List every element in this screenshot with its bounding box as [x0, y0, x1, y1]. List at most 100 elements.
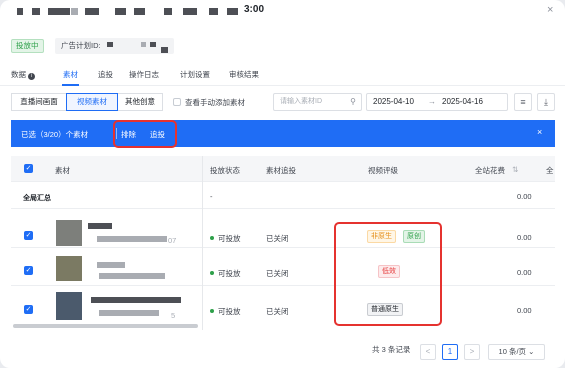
tab-material[interactable]: 素材	[63, 69, 78, 80]
material-search-input[interactable]: 请输入素材ID ⚲	[273, 93, 362, 111]
video-thumbnail[interactable]	[56, 292, 82, 320]
row-checkbox[interactable]: ✓	[24, 266, 33, 275]
date-start[interactable]: 2025-04-10	[373, 94, 414, 110]
row-status: 可投放	[210, 306, 241, 317]
close-icon[interactable]: ×	[547, 4, 553, 16]
date-arrow-icon: →	[428, 97, 436, 106]
tab-data-label: 数据	[11, 70, 26, 79]
row-status-text: 可投放	[218, 269, 241, 278]
summary-spend: 0.00	[517, 192, 532, 201]
row-checkbox[interactable]: ✓	[24, 305, 33, 314]
chevron-down-icon: ⌄	[528, 347, 535, 356]
redacted-block	[32, 8, 40, 15]
material-id-suffix: 07	[168, 236, 177, 245]
date-range-picker[interactable]: 2025-04-10 → 2025-04-16	[366, 93, 508, 111]
video-thumbnail[interactable]	[56, 256, 82, 281]
total-records: 共 3 条记录	[372, 345, 411, 354]
header-material: 素材	[55, 166, 70, 175]
tab-data[interactable]: 数据 i	[11, 69, 35, 80]
tab-boost[interactable]: 追投	[98, 69, 113, 80]
header-spend[interactable]: 全站花费	[475, 165, 505, 176]
table-row[interactable]: ✓ 可投放 已关闭 低效 0.00	[11, 248, 555, 286]
table-row[interactable]: ✓ 07 可投放 已关闭 非原生 原创 0.00	[11, 209, 555, 248]
next-page-button[interactable]: >	[464, 344, 480, 360]
redacted-block	[183, 8, 197, 15]
redacted-block	[164, 8, 172, 15]
highlight-box-actions	[113, 120, 177, 148]
checkbox-icon[interactable]	[173, 98, 181, 106]
batch-action-bar: 已选（3/20）个素材 排除 追投 ×	[11, 120, 555, 147]
redacted-block	[99, 273, 165, 279]
tab-operation-log[interactable]: 操作日志	[129, 69, 159, 80]
table-row[interactable]: ✓ 5 可投放 已关闭 普通原生 0.00	[11, 286, 555, 326]
row-status: 可投放	[210, 268, 241, 279]
page-size-select[interactable]: 10 条/页 ⌄	[488, 344, 545, 360]
plan-id-field: 广告计划ID:	[55, 38, 174, 54]
detail-tabs: 数据 i 素材 追投 操作日志 计划设置 审核结果	[0, 66, 565, 86]
redacted-block	[141, 42, 146, 47]
header-next: 全	[546, 166, 554, 175]
header-boost: 素材追投	[266, 166, 296, 175]
selected-count: 已选（3/20）个素材	[21, 130, 89, 139]
live-room-view-button[interactable]: 直播间画面	[11, 93, 67, 111]
other-creative-view-button[interactable]: 其他创意	[117, 93, 163, 111]
redacted-block	[99, 310, 159, 316]
video-thumbnail[interactable]	[56, 220, 82, 246]
video-material-view-button[interactable]: 视频素材	[66, 93, 118, 111]
redacted-block	[107, 42, 113, 47]
manual-material-checkbox[interactable]: 查看手动添加素材	[173, 97, 245, 108]
row-checkbox[interactable]: ✓	[24, 231, 33, 240]
summary-label: 全局汇总	[23, 195, 51, 202]
horizontal-scrollbar[interactable]	[13, 324, 198, 328]
material-detail-window: 3:00 × 投放中 广告计划ID: 数据 i 素材 追投 操作日志 计划设置 审…	[0, 0, 565, 368]
material-table: ✓ 素材 投放状态 素材追投 视频评级 全站花费 ⇅ 全 全局汇总 - 0.00…	[11, 156, 555, 330]
redacted-block	[161, 47, 168, 53]
summary-row: 全局汇总 - 0.00	[11, 182, 555, 209]
title-bar: 3:00 ×	[0, 0, 565, 24]
redacted-block	[115, 8, 126, 15]
plan-id-label: 广告计划ID:	[61, 41, 101, 50]
select-all-checkbox[interactable]: ✓	[24, 164, 33, 173]
download-icon[interactable]: ⤓	[537, 93, 555, 111]
date-end[interactable]: 2025-04-16	[442, 94, 483, 110]
page-1-button[interactable]: 1	[442, 344, 458, 360]
prev-page-button[interactable]: <	[420, 344, 436, 360]
row-spend: 0.00	[517, 306, 532, 315]
summary-status: -	[210, 192, 213, 201]
highlight-box-rating	[334, 222, 442, 326]
active-tab-indicator	[62, 84, 79, 86]
search-placeholder: 请输入素材ID	[280, 98, 322, 105]
row-boost: 已关闭	[266, 269, 289, 278]
row-boost: 已关闭	[266, 307, 289, 316]
material-id-suffix: 5	[171, 311, 176, 320]
status-dot-icon	[210, 309, 214, 313]
header-rating: 视频评级	[368, 166, 398, 175]
page-size-value: 10 条/页	[498, 347, 527, 356]
row-status: 可投放	[210, 233, 241, 244]
window-title: 3:00	[244, 4, 265, 15]
redacted-block	[97, 236, 167, 242]
sort-icon[interactable]: ⇅	[512, 165, 518, 174]
header-status: 投放状态	[210, 166, 240, 175]
redacted-block	[17, 8, 23, 15]
redacted-block	[71, 8, 78, 15]
redacted-block	[150, 42, 156, 47]
row-spend: 0.00	[517, 268, 532, 277]
redacted-block	[88, 223, 112, 229]
material-toolbar: 直播间画面 视频素材 其他创意 查看手动添加素材 请输入素材ID ⚲ 2025-…	[0, 93, 565, 113]
tab-review-results[interactable]: 审核结果	[229, 69, 259, 80]
status-dot-icon	[210, 236, 214, 240]
close-icon[interactable]: ×	[537, 127, 542, 137]
redacted-block	[48, 8, 70, 15]
search-icon[interactable]: ⚲	[350, 94, 356, 110]
tab-plan-settings[interactable]: 计划设置	[180, 69, 210, 80]
redacted-block	[91, 297, 181, 303]
manual-material-label: 查看手动添加素材	[185, 98, 245, 107]
row-status-text: 可投放	[218, 307, 241, 316]
column-divider	[202, 156, 203, 330]
row-spend: 0.00	[517, 233, 532, 242]
info-icon: i	[28, 73, 35, 80]
redacted-block	[227, 8, 238, 15]
redacted-block	[85, 8, 99, 15]
column-settings-icon[interactable]: ≡	[514, 93, 532, 111]
